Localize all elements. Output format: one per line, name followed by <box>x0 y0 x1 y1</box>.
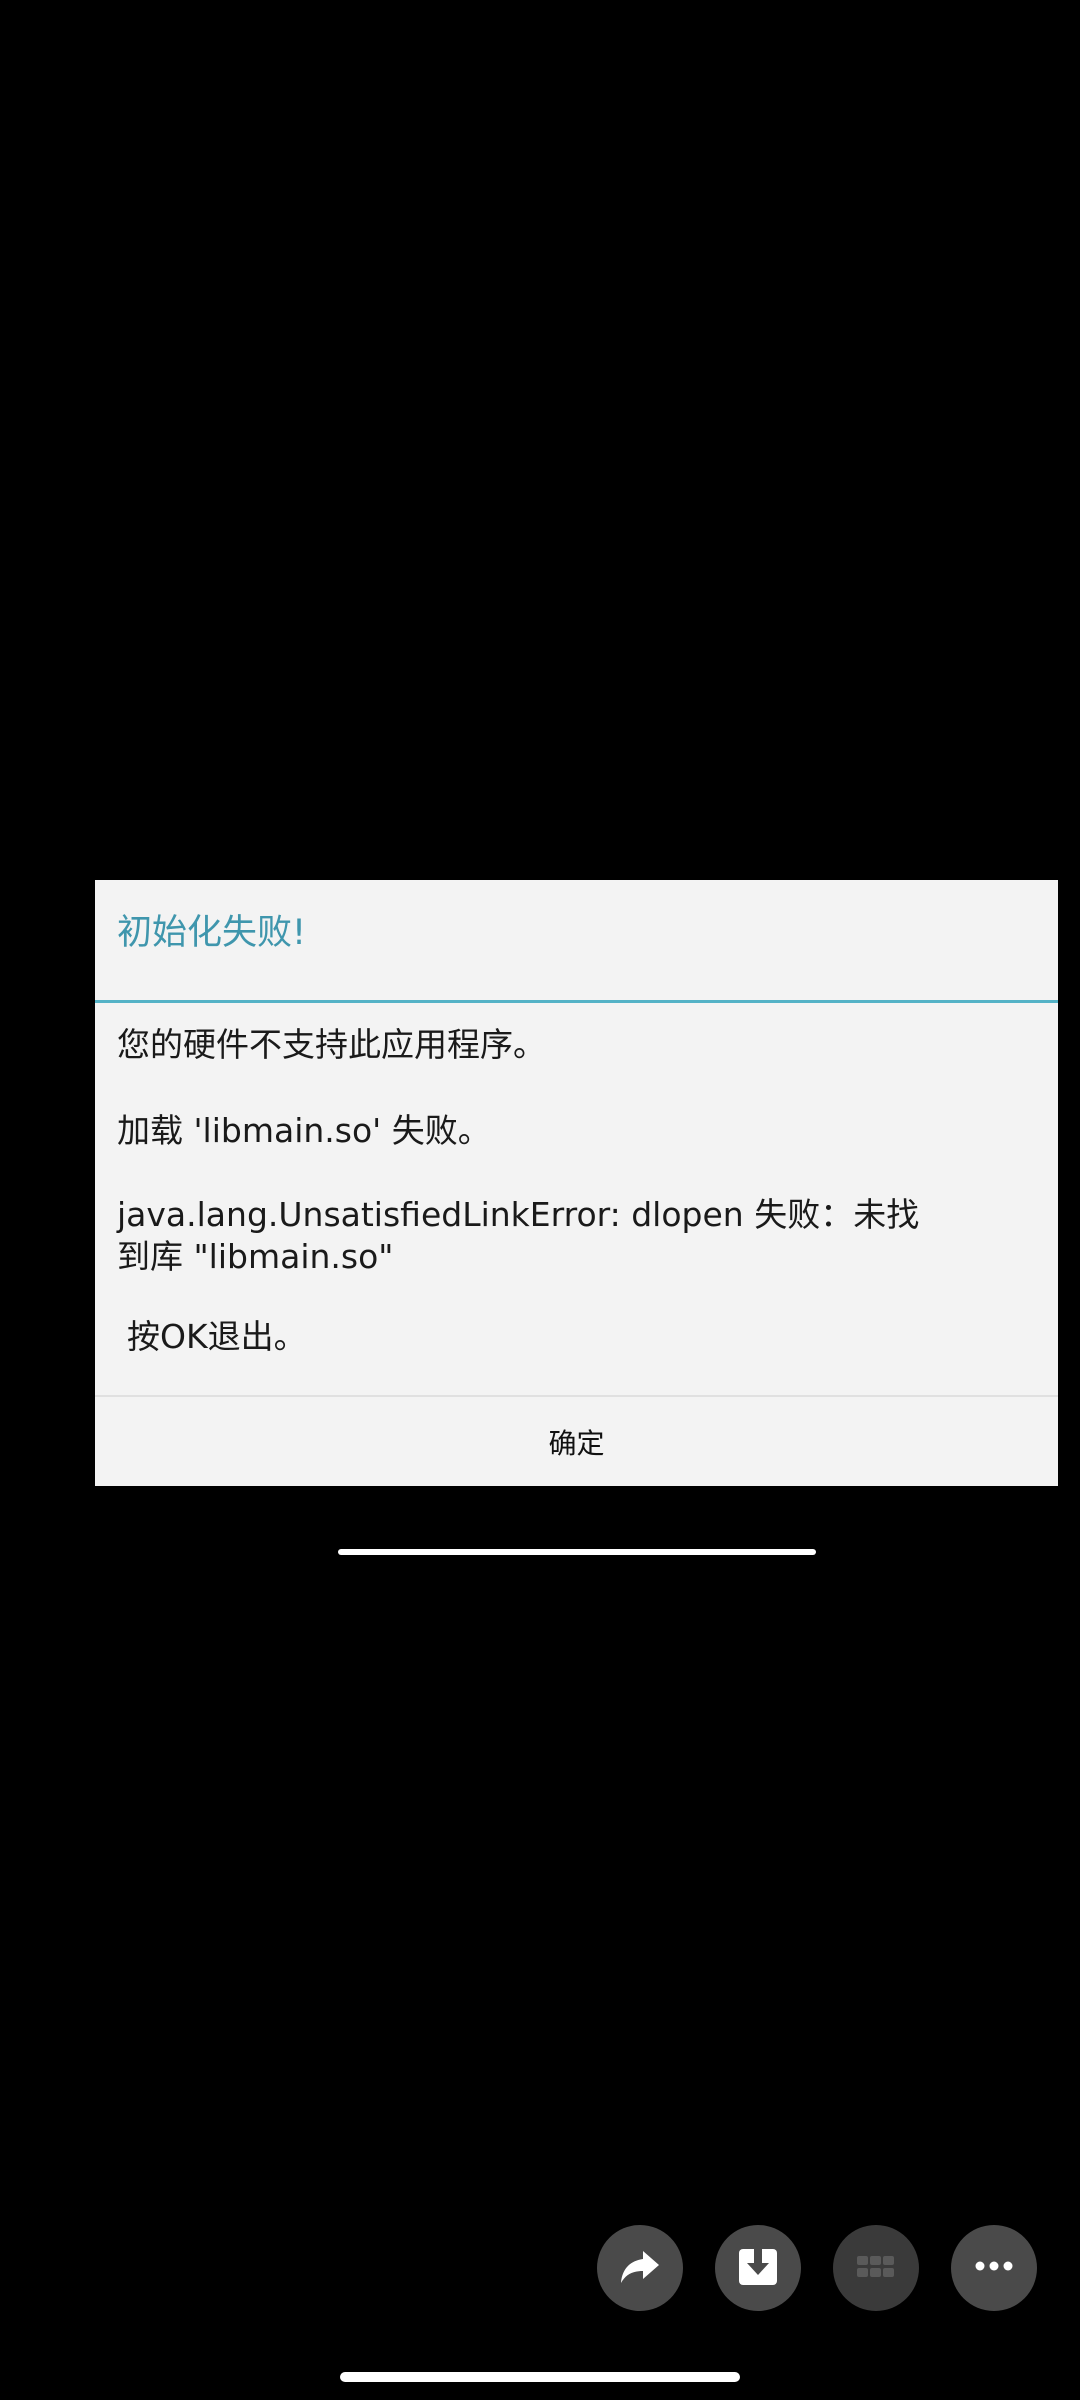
dialog-title: 初始化失败! <box>117 913 307 953</box>
title-divider <box>95 1000 1058 1003</box>
message-press-ok: 按OK退出。 <box>127 1317 307 1356</box>
photo-home-indicator <box>338 1549 816 1555</box>
message-load-failed: 加载 'libmain.so' 失败。 <box>117 1111 491 1150</box>
download-icon <box>735 2243 781 2293</box>
screen: 初始化失败! 您的硬件不支持此应用程序。 加载 'libmain.so' 失败。… <box>0 0 1080 2400</box>
more-button[interactable] <box>951 2225 1037 2311</box>
confirm-button[interactable]: 确定 <box>95 1397 1058 1486</box>
error-dialog: 初始化失败! 您的硬件不支持此应用程序。 加载 'libmain.so' 失败。… <box>95 880 1058 1486</box>
grid-button[interactable] <box>833 2225 919 2311</box>
message-hardware-unsupported: 您的硬件不支持此应用程序。 <box>117 1025 546 1064</box>
download-button[interactable] <box>715 2225 801 2311</box>
system-home-bar[interactable] <box>340 2372 740 2382</box>
message-link-error: java.lang.UnsatisfiedLinkError: dlopen 失… <box>117 1195 920 1276</box>
grid-icon <box>853 2243 899 2293</box>
share-icon <box>617 2243 663 2293</box>
dialog-header: 初始化失败! <box>95 880 1058 1002</box>
share-button[interactable] <box>597 2225 683 2311</box>
more-icon <box>971 2243 1017 2293</box>
